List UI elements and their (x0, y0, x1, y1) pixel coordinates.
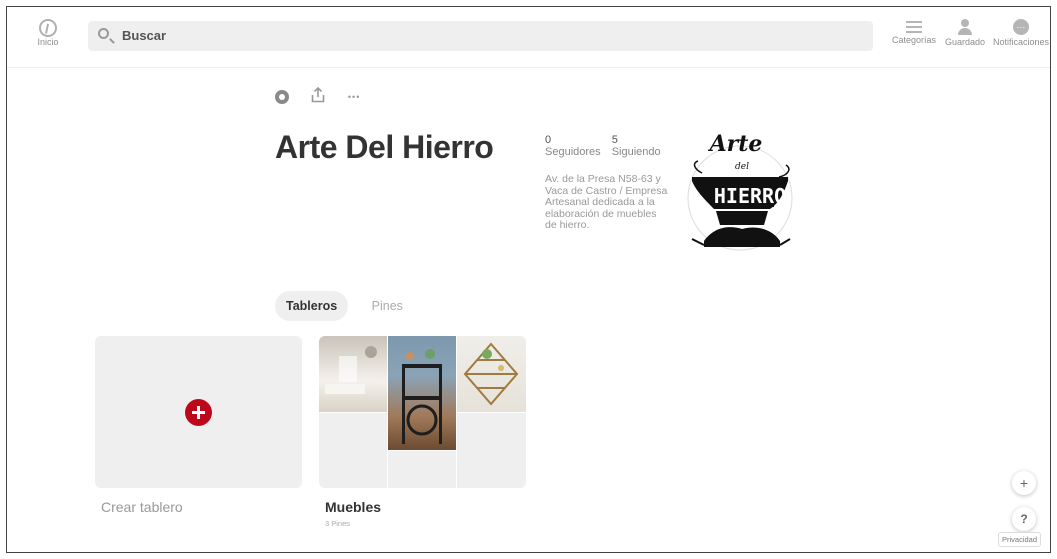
pin-thumbnail-room (319, 336, 387, 412)
help-button[interactable]: ? (1012, 507, 1036, 531)
create-board-tile[interactable] (95, 336, 302, 488)
nav-notifications[interactable]: … Notificaciones (993, 19, 1049, 47)
avatar-text-arte: Arte (708, 131, 763, 157)
search-icon (98, 28, 109, 39)
tab-pins[interactable]: Pines (361, 291, 414, 321)
app-frame: Inicio Categorías Guardado … Notificacio… (6, 6, 1051, 553)
pin-thumbnail-empty (319, 413, 387, 488)
create-board-label[interactable]: Crear tablero (101, 499, 183, 515)
more-options-button[interactable]: ••• (348, 92, 360, 102)
avatar-text-hierro: HIERRO (714, 184, 786, 208)
board-muebles-cover[interactable] (319, 336, 526, 488)
board-pin-count: 3 Pines (325, 519, 351, 528)
nav-notifications-label: Notificaciones (993, 37, 1050, 47)
privacy-link[interactable]: Privacidad (998, 532, 1042, 547)
home-link[interactable]: Inicio (33, 19, 63, 47)
nav-categories[interactable]: Categorías (892, 19, 936, 45)
add-pin-button[interactable]: + (1012, 471, 1036, 495)
board-title[interactable]: Muebles (325, 499, 381, 515)
profile-stats: 0 Seguidores 5 Siguiendo (545, 134, 669, 159)
profile-bio: Av. de la Presa N58-63 y Vaca de Castro … (545, 173, 668, 231)
following-link[interactable]: 5 Siguiendo (611, 134, 661, 159)
tab-boards[interactable]: Tableros (275, 291, 349, 321)
profile-tabs: Tableros Pines (275, 291, 422, 321)
pin-thumbnail-cart (388, 336, 456, 450)
settings-icon[interactable] (275, 89, 289, 104)
following-count: 5 (611, 134, 618, 146)
menu-icon (906, 21, 923, 33)
nav-saved[interactable]: Guardado (945, 19, 985, 47)
add-board-icon[interactable] (185, 399, 212, 426)
followers-count: 0 (545, 134, 552, 146)
pin-thumbnail-empty (457, 413, 526, 488)
nav-categories-label: Categorías (892, 35, 937, 45)
pin-thumbnail-empty (388, 451, 456, 488)
following-label: Siguiendo (611, 146, 661, 158)
pin-thumbnail-shelf (457, 336, 526, 412)
profile-name: Arte Del Hierro (275, 129, 494, 165)
share-icon[interactable] (311, 86, 325, 106)
avatar-text-del: del (735, 162, 749, 172)
followers-link[interactable]: 0 Seguidores (545, 134, 601, 159)
chat-icon: … (1013, 19, 1030, 35)
followers-label: Seguidores (545, 146, 601, 158)
search-input[interactable] (120, 27, 824, 44)
home-label: Inicio (37, 37, 59, 47)
nav-saved-label: Guardado (945, 37, 986, 47)
top-header: Inicio Categorías Guardado … Notificacio… (7, 7, 1050, 68)
search-bar[interactable] (88, 21, 873, 51)
pinterest-logo-icon (39, 19, 57, 37)
profile-avatar: Arte del HIERRO (687, 131, 793, 251)
profile-actions: ••• (275, 86, 378, 106)
user-icon (957, 19, 973, 35)
